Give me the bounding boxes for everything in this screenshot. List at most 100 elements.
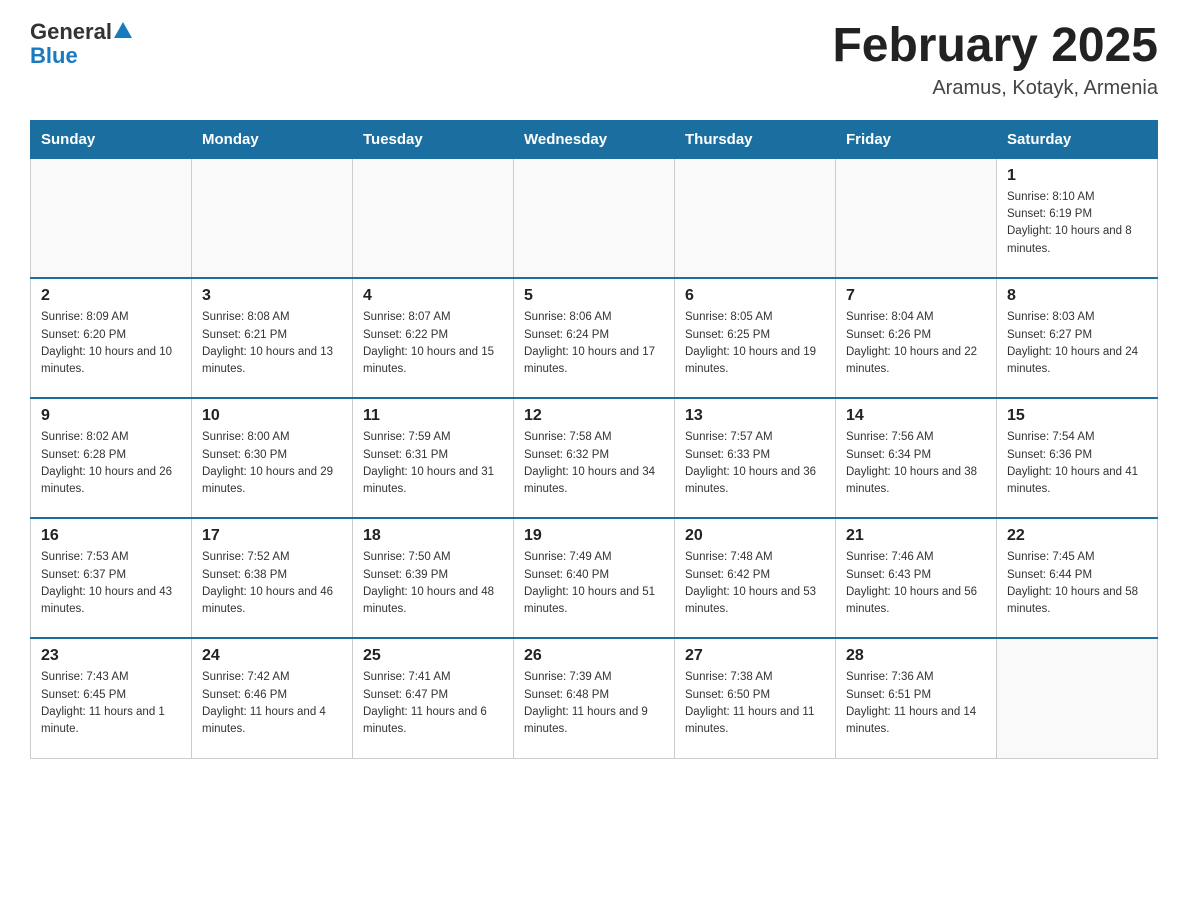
calendar-cell: 8 Sunrise: 8:03 AMSunset: 6:27 PMDaylight…: [997, 278, 1158, 398]
calendar-subtitle: Aramus, Kotayk, Armenia: [832, 77, 1158, 100]
calendar-title: February 2025: [832, 20, 1158, 73]
logo-triangle-icon: [114, 22, 132, 38]
day-info: Sunrise: 7:48 AMSunset: 6:42 PMDaylight:…: [685, 549, 825, 618]
calendar-cell: 7 Sunrise: 8:04 AMSunset: 6:26 PMDaylight…: [836, 278, 997, 398]
day-info: Sunrise: 7:41 AMSunset: 6:47 PMDaylight:…: [363, 669, 503, 738]
header-cell-friday: Friday: [836, 120, 997, 158]
header-cell-monday: Monday: [192, 120, 353, 158]
day-number: 23: [41, 647, 181, 665]
calendar-cell: 19 Sunrise: 7:49 AMSunset: 6:40 PMDayligh…: [514, 518, 675, 638]
calendar-cell: 24 Sunrise: 7:42 AMSunset: 6:46 PMDayligh…: [192, 638, 353, 758]
day-number: 1: [1007, 167, 1147, 185]
day-number: 24: [202, 647, 342, 665]
calendar-cell: 13 Sunrise: 7:57 AMSunset: 6:33 PMDayligh…: [675, 398, 836, 518]
day-number: 9: [41, 407, 181, 425]
day-number: 4: [363, 287, 503, 305]
calendar-cell: 27Sunrise: 7:38 AMSunset: 6:50 PMDayligh…: [675, 638, 836, 758]
header-cell-saturday: Saturday: [997, 120, 1158, 158]
calendar-cell: 5 Sunrise: 8:06 AMSunset: 6:24 PMDaylight…: [514, 278, 675, 398]
day-number: 8: [1007, 287, 1147, 305]
calendar-cell: 4 Sunrise: 8:07 AMSunset: 6:22 PMDaylight…: [353, 278, 514, 398]
calendar-cell: 11 Sunrise: 7:59 AMSunset: 6:31 PMDayligh…: [353, 398, 514, 518]
day-info: Sunrise: 8:04 AMSunset: 6:26 PMDaylight:…: [846, 309, 986, 378]
day-info: Sunrise: 7:57 AMSunset: 6:33 PMDaylight:…: [685, 429, 825, 498]
day-number: 15: [1007, 407, 1147, 425]
day-info: Sunrise: 7:39 AMSunset: 6:48 PMDaylight:…: [524, 669, 664, 738]
day-number: 22: [1007, 527, 1147, 545]
week-row-3: 9 Sunrise: 8:02 AMSunset: 6:28 PMDaylight…: [31, 398, 1158, 518]
week-row-5: 23 Sunrise: 7:43 AMSunset: 6:45 PMDayligh…: [31, 638, 1158, 758]
day-number: 13: [685, 407, 825, 425]
calendar-cell: 10 Sunrise: 8:00 AMSunset: 6:30 PMDayligh…: [192, 398, 353, 518]
day-number: 7: [846, 287, 986, 305]
day-number: 10: [202, 407, 342, 425]
day-number: 3: [202, 287, 342, 305]
page-header: General Blue February 2025 Aramus, Kotay…: [30, 20, 1158, 100]
day-number: 14: [846, 407, 986, 425]
calendar-cell: [31, 158, 192, 278]
calendar-table: SundayMondayTuesdayWednesdayThursdayFrid…: [30, 120, 1158, 759]
day-info: Sunrise: 8:06 AMSunset: 6:24 PMDaylight:…: [524, 309, 664, 378]
calendar-cell: 2 Sunrise: 8:09 AMSunset: 6:20 PMDaylight…: [31, 278, 192, 398]
calendar-cell: [997, 638, 1158, 758]
header-row: SundayMondayTuesdayWednesdayThursdayFrid…: [31, 120, 1158, 158]
day-info: Sunrise: 8:00 AMSunset: 6:30 PMDaylight:…: [202, 429, 342, 498]
calendar-cell: 15 Sunrise: 7:54 AMSunset: 6:36 PMDayligh…: [997, 398, 1158, 518]
day-number: 19: [524, 527, 664, 545]
calendar-cell: 28 Sunrise: 7:36 AMSunset: 6:51 PMDayligh…: [836, 638, 997, 758]
day-number: 12: [524, 407, 664, 425]
day-info: Sunrise: 7:36 AMSunset: 6:51 PMDaylight:…: [846, 669, 986, 738]
day-number: 5: [524, 287, 664, 305]
calendar-cell: [514, 158, 675, 278]
day-info: Sunrise: 7:54 AMSunset: 6:36 PMDaylight:…: [1007, 429, 1147, 498]
calendar-cell: [836, 158, 997, 278]
calendar-cell: 1Sunrise: 8:10 AMSunset: 6:19 PMDaylight…: [997, 158, 1158, 278]
day-info: Sunrise: 7:49 AMSunset: 6:40 PMDaylight:…: [524, 549, 664, 618]
header-cell-tuesday: Tuesday: [353, 120, 514, 158]
week-row-4: 16Sunrise: 7:53 AMSunset: 6:37 PMDayligh…: [31, 518, 1158, 638]
day-info: Sunrise: 7:53 AMSunset: 6:37 PMDaylight:…: [41, 549, 181, 618]
header-cell-wednesday: Wednesday: [514, 120, 675, 158]
day-info: Sunrise: 8:05 AMSunset: 6:25 PMDaylight:…: [685, 309, 825, 378]
calendar-cell: 9 Sunrise: 8:02 AMSunset: 6:28 PMDaylight…: [31, 398, 192, 518]
day-info: Sunrise: 8:09 AMSunset: 6:20 PMDaylight:…: [41, 309, 181, 378]
calendar-cell: 6 Sunrise: 8:05 AMSunset: 6:25 PMDaylight…: [675, 278, 836, 398]
calendar-cell: 26Sunrise: 7:39 AMSunset: 6:48 PMDayligh…: [514, 638, 675, 758]
week-row-2: 2 Sunrise: 8:09 AMSunset: 6:20 PMDaylight…: [31, 278, 1158, 398]
day-number: 11: [363, 407, 503, 425]
calendar-cell: [192, 158, 353, 278]
day-info: Sunrise: 7:45 AMSunset: 6:44 PMDaylight:…: [1007, 549, 1147, 618]
calendar-cell: 16Sunrise: 7:53 AMSunset: 6:37 PMDayligh…: [31, 518, 192, 638]
calendar-cell: 18 Sunrise: 7:50 AMSunset: 6:39 PMDayligh…: [353, 518, 514, 638]
day-number: 17: [202, 527, 342, 545]
day-info: Sunrise: 8:08 AMSunset: 6:21 PMDaylight:…: [202, 309, 342, 378]
logo: General Blue: [30, 20, 132, 68]
header-cell-sunday: Sunday: [31, 120, 192, 158]
day-info: Sunrise: 7:58 AMSunset: 6:32 PMDaylight:…: [524, 429, 664, 498]
day-info: Sunrise: 7:42 AMSunset: 6:46 PMDaylight:…: [202, 669, 342, 738]
day-info: Sunrise: 7:50 AMSunset: 6:39 PMDaylight:…: [363, 549, 503, 618]
day-number: 20: [685, 527, 825, 545]
calendar-cell: [353, 158, 514, 278]
day-info: Sunrise: 7:46 AMSunset: 6:43 PMDaylight:…: [846, 549, 986, 618]
calendar-header: SundayMondayTuesdayWednesdayThursdayFrid…: [31, 120, 1158, 158]
day-info: Sunrise: 7:43 AMSunset: 6:45 PMDaylight:…: [41, 669, 181, 738]
calendar-cell: [675, 158, 836, 278]
calendar-body: 1Sunrise: 8:10 AMSunset: 6:19 PMDaylight…: [31, 158, 1158, 758]
title-area: February 2025 Aramus, Kotayk, Armenia: [832, 20, 1158, 100]
logo-blue-text: Blue: [30, 43, 78, 68]
day-info: Sunrise: 7:59 AMSunset: 6:31 PMDaylight:…: [363, 429, 503, 498]
day-info: Sunrise: 8:07 AMSunset: 6:22 PMDaylight:…: [363, 309, 503, 378]
header-cell-thursday: Thursday: [675, 120, 836, 158]
day-number: 28: [846, 647, 986, 665]
calendar-cell: 17 Sunrise: 7:52 AMSunset: 6:38 PMDayligh…: [192, 518, 353, 638]
day-info: Sunrise: 8:03 AMSunset: 6:27 PMDaylight:…: [1007, 309, 1147, 378]
day-number: 2: [41, 287, 181, 305]
day-info: Sunrise: 8:02 AMSunset: 6:28 PMDaylight:…: [41, 429, 181, 498]
day-number: 27: [685, 647, 825, 665]
day-info: Sunrise: 7:52 AMSunset: 6:38 PMDaylight:…: [202, 549, 342, 618]
calendar-cell: 21Sunrise: 7:46 AMSunset: 6:43 PMDayligh…: [836, 518, 997, 638]
logo-general-text: General: [30, 20, 112, 44]
day-number: 18: [363, 527, 503, 545]
day-number: 6: [685, 287, 825, 305]
